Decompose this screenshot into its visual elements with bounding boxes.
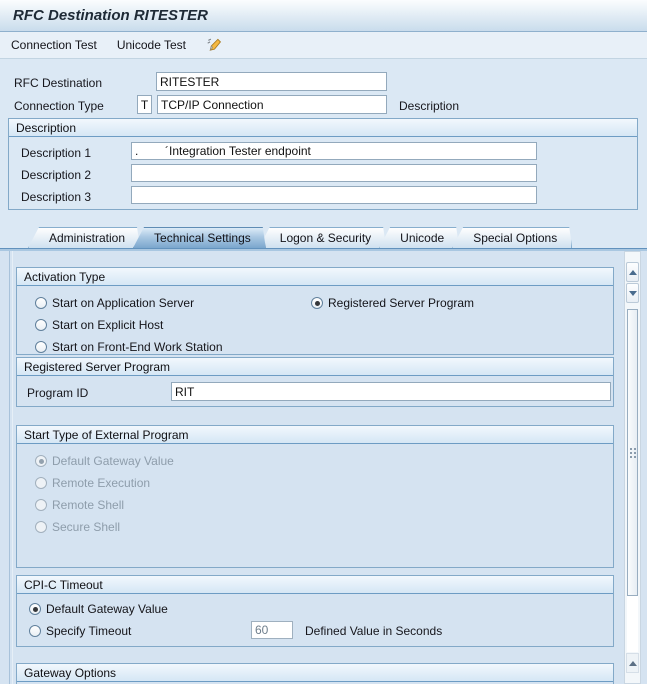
radio-label: Remote Execution (52, 475, 151, 490)
radio-circle-icon (29, 624, 41, 637)
radio-remote-execution-disabled: Remote Execution (35, 475, 150, 490)
timeout-seconds-input (251, 621, 293, 639)
radio-specify-timeout[interactable]: Specify Timeout (29, 623, 131, 638)
radio-circle-icon (35, 498, 47, 511)
rfc-destination-input[interactable] (156, 72, 387, 91)
radio-circle-icon (35, 520, 47, 533)
radio-label: Start on Explicit Host (52, 317, 164, 332)
radio-cpic-default-gateway-value[interactable]: Default Gateway Value (29, 601, 168, 616)
page-title: RFC Destination RITESTER (13, 7, 209, 24)
timeout-hint-label: Defined Value in Seconds (305, 624, 443, 638)
rfc-destination-label: RFC Destination (14, 76, 103, 90)
tab-administration[interactable]: Administration (28, 227, 140, 248)
radio-label: Start on Front-End Work Station (52, 339, 223, 354)
connection-test-button[interactable]: Connection Test (11, 38, 97, 52)
sap-rfc-destination-window: RFC Destination RITESTER Connection Test… (0, 0, 647, 684)
description-groupbox: Description Description 1 Description 2 … (8, 118, 638, 210)
vertical-scrollbar[interactable] (624, 251, 641, 684)
radio-label: Default Gateway Value (46, 601, 168, 616)
radio-label: Remote Shell (52, 497, 125, 512)
activation-type-title: Activation Type (17, 268, 613, 286)
application-toolbar: Connection Test Unicode Test (0, 32, 647, 59)
cpic-timeout-title: CPI-C Timeout (17, 576, 613, 594)
radio-circle-icon (35, 476, 47, 489)
radio-circle-selected-icon (29, 602, 41, 615)
description1-label: Description 1 (21, 146, 92, 160)
tab-logon-security[interactable]: Logon & Security (259, 227, 386, 248)
tab-strip: Administration Technical Settings Logon … (28, 226, 572, 248)
radio-label: Start on Application Server (52, 295, 195, 310)
up-arrow-icon (628, 660, 637, 666)
cpic-timeout-groupbox: CPI-C Timeout Default Gateway Value Spec… (16, 575, 614, 647)
radio-start-on-explicit-host[interactable]: Start on Explicit Host (35, 317, 163, 332)
gateway-options-title: Gateway Options (17, 664, 613, 682)
radio-start-on-application-server[interactable]: Start on Application Server (35, 295, 194, 310)
radio-circle-icon (35, 296, 47, 309)
thumb-grip-icon (629, 447, 636, 458)
connection-type-text-input[interactable] (157, 95, 387, 114)
gateway-options-groupbox: Gateway Options (16, 663, 614, 684)
description2-label: Description 2 (21, 168, 92, 182)
up-arrow-icon (628, 269, 637, 275)
activation-type-groupbox: Activation Type Start on Application Ser… (16, 267, 614, 355)
scroll-down-button[interactable] (626, 283, 639, 303)
unicode-test-button[interactable]: Unicode Test (117, 38, 186, 52)
description3-input[interactable] (131, 186, 537, 204)
start-type-title: Start Type of External Program (17, 426, 613, 444)
scrollbar-track[interactable] (627, 596, 638, 652)
description-group-title: Description (9, 119, 637, 137)
edit-pencil-icon[interactable] (206, 37, 223, 54)
radio-circle-selected-icon (35, 454, 47, 467)
radio-remote-shell-disabled: Remote Shell (35, 497, 124, 512)
tab-unicode[interactable]: Unicode (379, 227, 459, 248)
window-titlebar: RFC Destination RITESTER (0, 0, 647, 32)
radio-start-on-front-end[interactable]: Start on Front-End Work Station (35, 339, 223, 354)
technical-settings-panel: Activation Type Start on Application Ser… (0, 251, 647, 684)
start-type-groupbox: Start Type of External Program Default G… (16, 425, 614, 568)
radio-label: Default Gateway Value (52, 453, 174, 468)
description3-label: Description 3 (21, 190, 92, 204)
tab-special-options[interactable]: Special Options (452, 227, 572, 248)
connection-type-label: Connection Type (14, 99, 104, 113)
description2-input[interactable] (131, 164, 537, 182)
scrollbar-thumb[interactable] (627, 309, 638, 596)
scroll-bottom-button[interactable] (626, 653, 639, 673)
registered-server-program-groupbox: Registered Server Program Program ID (16, 357, 614, 407)
panel-left-highlight (12, 251, 13, 684)
program-id-label: Program ID (27, 386, 89, 400)
radio-default-gateway-value-disabled: Default Gateway Value (35, 453, 174, 468)
connection-type-code-input[interactable] (137, 95, 152, 114)
panel-left-border (9, 251, 10, 684)
down-arrow-icon (628, 290, 637, 296)
registered-server-program-title: Registered Server Program (17, 358, 613, 376)
radio-label: Specify Timeout (46, 623, 132, 638)
tab-technical-settings[interactable]: Technical Settings (133, 227, 266, 248)
radio-circle-icon (35, 340, 47, 353)
program-id-input[interactable] (171, 382, 611, 401)
radio-circle-selected-icon (311, 296, 323, 309)
radio-circle-icon (35, 318, 47, 331)
scroll-up-button[interactable] (626, 262, 639, 282)
radio-label: Secure Shell (52, 519, 121, 534)
radio-label: Registered Server Program (328, 295, 475, 310)
description1-input[interactable] (131, 142, 537, 160)
description-side-label: Description (399, 99, 460, 113)
radio-secure-shell-disabled: Secure Shell (35, 519, 120, 534)
radio-registered-server-program[interactable]: Registered Server Program (311, 295, 474, 310)
